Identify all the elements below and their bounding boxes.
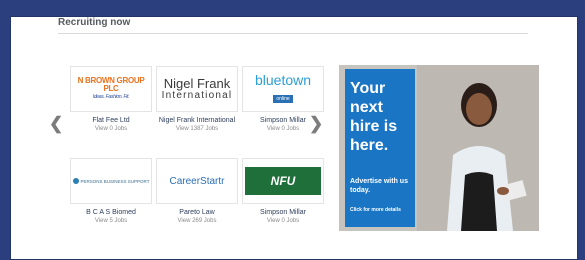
logo-text: Nigel Frank (163, 76, 231, 91)
company-name[interactable]: Simpson Millar (242, 208, 324, 217)
advert-subtext: Advertise with us today. (350, 178, 408, 194)
chevron-left-icon[interactable]: ❮ (49, 115, 63, 132)
company-logo[interactable]: bluetown online (242, 66, 324, 112)
jobs-link[interactable]: View 0 Jobs (242, 217, 324, 225)
section-divider (58, 33, 528, 34)
advert-person-image (417, 65, 539, 231)
logo-tagline: Ideas. Fashion. Fit. (92, 94, 130, 100)
logo-text: N BROWN GROUP PLC (77, 76, 145, 93)
company-card-nfu[interactable]: NFU Simpson Millar View 0 Jobs (242, 158, 324, 225)
company-name[interactable]: Simpson Millar (242, 116, 324, 125)
logo-text: PERSONS BUSINESS SUPPORT (80, 178, 150, 184)
advert-headline: Your next hire is here. (350, 80, 398, 154)
company-logo[interactable]: N BROWN GROUP PLC Ideas. Fashion. Fit. (70, 66, 152, 112)
company-logo[interactable]: NFU (242, 158, 324, 204)
company-name[interactable]: Nigel Frank International (156, 116, 238, 125)
company-card-bcas[interactable]: PERSONS BUSINESS SUPPORT B C A S Biomed … (70, 158, 152, 225)
logo-text: NFU (245, 167, 321, 195)
jobs-link[interactable]: View 269 Jobs (156, 217, 238, 225)
logo-subtext: International (161, 90, 233, 101)
company-name[interactable]: B C A S Biomed (70, 208, 152, 217)
company-card-careerstartr[interactable]: CareerStartr Pareto Law View 269 Jobs (156, 158, 238, 225)
jobs-link[interactable]: View 5 Jobs (70, 217, 152, 225)
logo-mark-icon (72, 178, 79, 184)
company-name[interactable]: Pareto Law (156, 208, 238, 217)
company-card-bluetown[interactable]: bluetown online Simpson Millar View 0 Jo… (242, 66, 324, 133)
company-card-flat-fee[interactable]: N BROWN GROUP PLC Ideas. Fashion. Fit. F… (70, 66, 152, 133)
advert-banner[interactable]: Your next hire is here. Advertise with u… (339, 65, 539, 231)
advert-cta-link[interactable]: Click for more details (350, 207, 401, 213)
logo-text: CareerStartr (169, 175, 225, 187)
jobs-link[interactable]: View 0 Jobs (70, 125, 152, 133)
company-logo[interactable]: Nigel Frank International (156, 66, 238, 112)
section-title: Recruiting now (58, 17, 131, 28)
logo-subtext: online (273, 95, 293, 103)
jobs-link[interactable]: View 1387 Jobs (156, 125, 238, 133)
company-logo[interactable]: CareerStartr (156, 158, 238, 204)
logo-text: bluetown (254, 72, 312, 88)
company-name[interactable]: Flat Fee Ltd (70, 116, 152, 125)
company-card-nigel-frank[interactable]: Nigel Frank International Nigel Frank In… (156, 66, 238, 133)
company-logo[interactable]: PERSONS BUSINESS SUPPORT (70, 158, 152, 204)
jobs-link[interactable]: View 0 Jobs (242, 125, 324, 133)
